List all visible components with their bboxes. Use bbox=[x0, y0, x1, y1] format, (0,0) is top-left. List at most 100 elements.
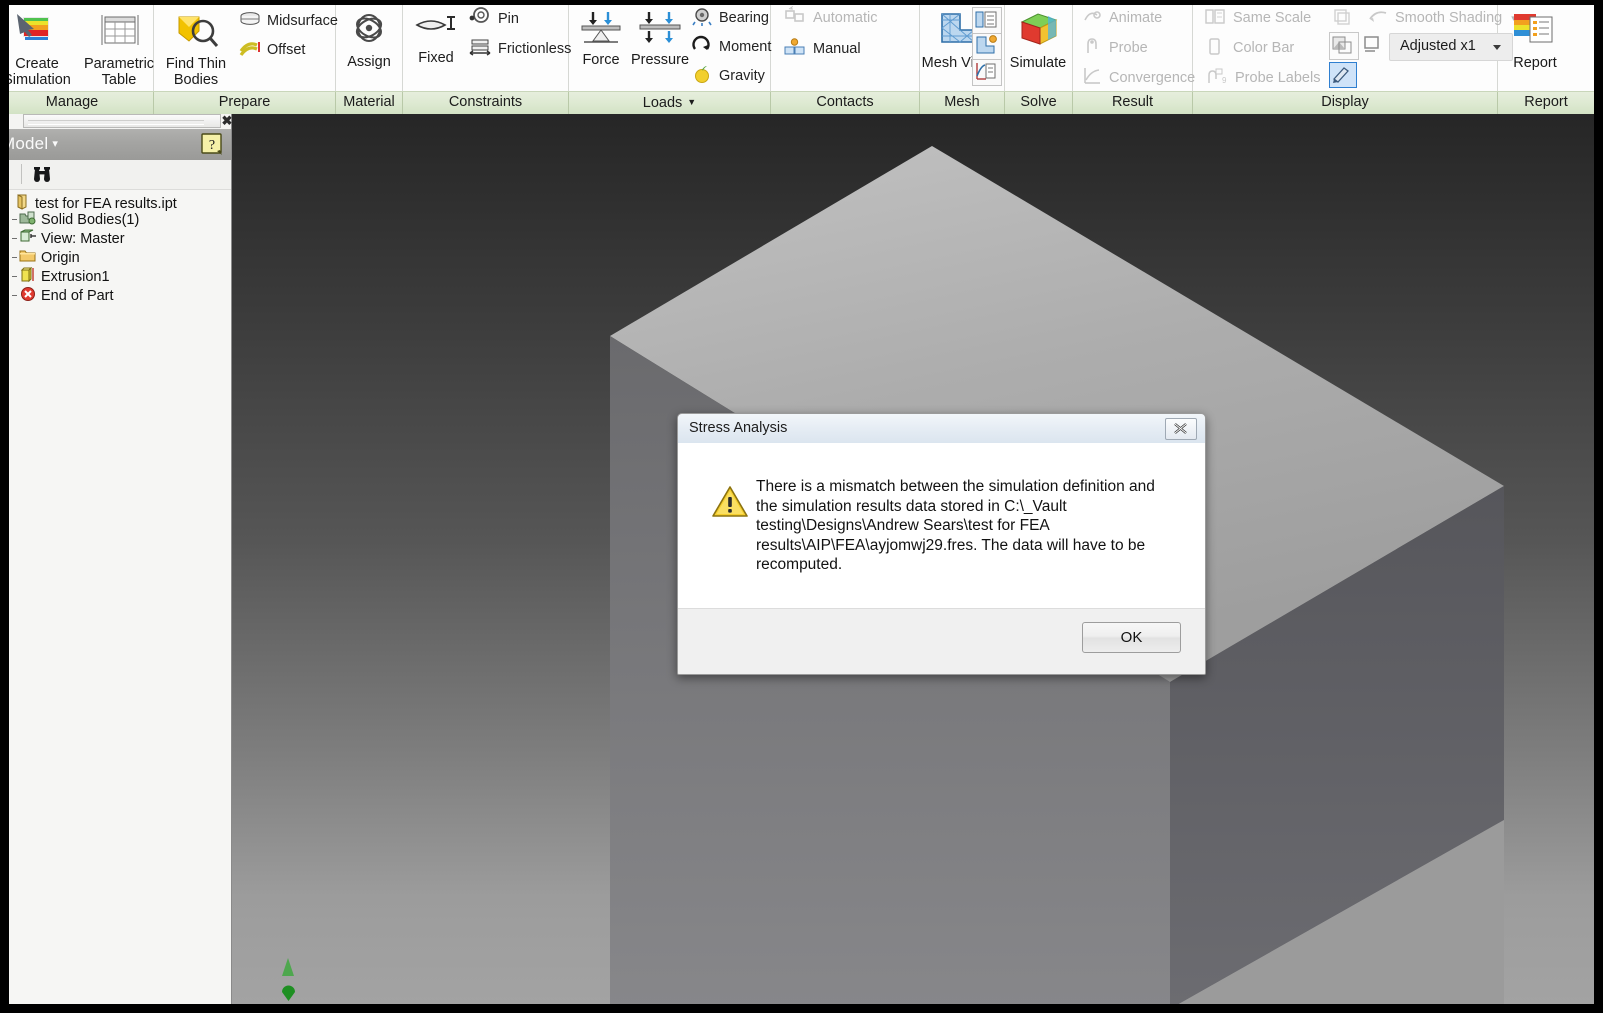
view-master-icon bbox=[19, 229, 37, 249]
probe-labels-button[interactable]: 9 Probe Labels bbox=[1203, 66, 1320, 90]
report-label: Report bbox=[1513, 54, 1557, 71]
create-simulation-button[interactable]: Create Simulation bbox=[9, 11, 75, 89]
report-button[interactable]: Report bbox=[1504, 10, 1566, 71]
simulate-button[interactable]: Simulate bbox=[1005, 10, 1071, 71]
tree-item-label: Origin bbox=[41, 249, 80, 266]
probe-button[interactable]: Probe bbox=[1081, 36, 1148, 60]
probe-label: Probe bbox=[1109, 40, 1148, 56]
bearing-load-icon bbox=[691, 6, 713, 30]
find-thin-bodies-button[interactable]: Find Thin Bodies bbox=[160, 11, 232, 89]
assign-material-button[interactable]: Assign bbox=[338, 11, 400, 70]
stress-analysis-dialog: Stress Analysis There is a mismatch betw… bbox=[677, 413, 1206, 675]
report-icon bbox=[1510, 10, 1560, 55]
display-toggle-button[interactable] bbox=[1329, 62, 1357, 88]
browser-drag-handle[interactable] bbox=[23, 114, 221, 128]
tree-connector bbox=[12, 238, 17, 239]
close-icon[interactable] bbox=[1165, 418, 1197, 440]
animate-icon bbox=[1081, 6, 1103, 30]
ribbon-toolbar: Create Simulation Parametric Table Find … bbox=[9, 5, 1594, 91]
smooth-shading-toggle-icon bbox=[1333, 6, 1357, 30]
probe-icon bbox=[1081, 36, 1103, 60]
ribbon-group-result: Animate Probe Convergence bbox=[1073, 5, 1195, 91]
convergence-label: Convergence bbox=[1109, 70, 1196, 86]
tree-item-view-master[interactable]: View: Master bbox=[19, 229, 125, 248]
panel-caret-icon[interactable]: ▼ bbox=[687, 97, 696, 107]
panel-caption-contacts: Contacts bbox=[771, 92, 920, 114]
browser-header: Model▾ ? bbox=[9, 129, 231, 161]
find-binoculars-icon[interactable] bbox=[30, 163, 56, 185]
dialog-message: There is a mismatch between the simulati… bbox=[756, 478, 1155, 574]
moment-button[interactable]: Moment bbox=[691, 35, 771, 59]
panel-caption-mesh: Mesh bbox=[920, 92, 1005, 114]
color-bar-button[interactable]: Color Bar bbox=[1203, 36, 1294, 60]
svg-text:?: ? bbox=[209, 138, 215, 153]
convergence-settings-button[interactable] bbox=[972, 59, 1002, 86]
pressure-label: Pressure bbox=[630, 51, 690, 68]
tree-item-origin[interactable]: Origin bbox=[19, 248, 80, 267]
frictionless-constraint-button[interactable]: Frictionless bbox=[468, 37, 571, 61]
smooth-shading-button[interactable]: Smooth Shading ▾ bbox=[1333, 6, 1516, 30]
offset-button[interactable]: Offset bbox=[239, 39, 305, 61]
ribbon-group-material: Assign bbox=[336, 5, 403, 91]
ribbon-group-prepare: Find Thin Bodies Midsurface Offset bbox=[154, 5, 338, 91]
ribbon-group-mesh: Mesh View bbox=[920, 5, 1005, 91]
find-thin-bodies-icon bbox=[173, 11, 219, 56]
pressure-button[interactable]: Pressure bbox=[629, 9, 691, 68]
tree-item-end-of-part[interactable]: End of Part bbox=[19, 286, 114, 305]
browser-title[interactable]: Model▾ bbox=[9, 134, 58, 154]
display-layers-button[interactable] bbox=[1329, 32, 1359, 60]
toolbar-divider bbox=[21, 164, 22, 184]
mesh-settings-button[interactable] bbox=[972, 7, 1002, 34]
browser-title-text: Model bbox=[9, 134, 49, 153]
gravity-button[interactable]: Gravity bbox=[691, 64, 765, 88]
manual-contact-label: Manual bbox=[813, 41, 861, 57]
create-simulation-icon bbox=[15, 11, 59, 56]
manual-contact-button[interactable]: Manual bbox=[783, 37, 861, 61]
pin-constraint-label: Pin bbox=[498, 11, 519, 27]
force-label: Force bbox=[582, 51, 620, 68]
tree-item-solid-bodies[interactable]: Solid Bodies(1) bbox=[19, 210, 139, 229]
help-question-icon[interactable]: ? bbox=[201, 133, 223, 155]
panel-caption-loads-text: Loads bbox=[642, 95, 683, 111]
dialog-title-bar[interactable]: Stress Analysis bbox=[678, 414, 1205, 444]
ribbon-group-manage: Create Simulation Parametric Table bbox=[9, 5, 154, 91]
local-mesh-control-button[interactable] bbox=[972, 33, 1002, 60]
tree-connector bbox=[12, 219, 17, 220]
browser-toolbar bbox=[9, 160, 231, 190]
force-button[interactable]: Force bbox=[573, 9, 629, 68]
end-of-part-icon bbox=[19, 286, 37, 306]
ribbon-group-constraints: Fixed Pin Frictionless bbox=[403, 5, 571, 91]
tree-item-extrusion1[interactable]: Extrusion1 bbox=[19, 266, 110, 286]
smooth-shading-label: Smooth Shading bbox=[1395, 10, 1503, 26]
parametric-table-button[interactable]: Parametric Table bbox=[79, 11, 159, 89]
panel-caption-prepare: Prepare bbox=[154, 92, 336, 114]
bearing-load-button[interactable]: Bearing bbox=[691, 6, 769, 30]
convergence-button[interactable]: Convergence bbox=[1081, 66, 1195, 90]
pin-constraint-button[interactable]: Pin bbox=[468, 6, 519, 32]
ribbon-group-report: Report bbox=[1498, 5, 1594, 91]
ribbon-group-solve: Simulate bbox=[1005, 5, 1073, 91]
dialog-body: There is a mismatch between the simulati… bbox=[678, 443, 1205, 608]
automatic-contacts-button[interactable]: Automatic bbox=[783, 5, 878, 30]
ok-button[interactable]: OK bbox=[1082, 622, 1181, 653]
midsurface-button[interactable]: Midsurface bbox=[239, 10, 338, 32]
frictionless-constraint-icon bbox=[468, 37, 492, 61]
dialog-title: Stress Analysis bbox=[689, 420, 788, 436]
simulate-icon bbox=[1012, 10, 1064, 55]
parametric-table-label: Parametric Table bbox=[83, 55, 155, 89]
fixed-constraint-button[interactable]: Fixed bbox=[407, 11, 465, 66]
same-scale-button[interactable]: Same Scale bbox=[1203, 6, 1311, 30]
tree-connector bbox=[12, 257, 17, 258]
tree-item-label: End of Part bbox=[41, 287, 114, 304]
deformation-scale-dropdown[interactable]: Adjusted x1 bbox=[1389, 33, 1513, 61]
panel-caption-constraints: Constraints bbox=[403, 92, 569, 114]
ribbon-group-display: Same Scale Color Bar 9 Probe Labels Smoo… bbox=[1193, 5, 1516, 91]
boundary-display-button[interactable] bbox=[1360, 32, 1386, 58]
browser-title-caret-icon: ▾ bbox=[52, 138, 59, 150]
automatic-contacts-icon bbox=[783, 5, 807, 30]
panel-caption-loads[interactable]: Loads ▼ bbox=[569, 92, 771, 114]
animate-button[interactable]: Animate bbox=[1081, 6, 1162, 30]
tree-item-label: View: Master bbox=[41, 230, 125, 247]
gravity-label: Gravity bbox=[719, 68, 765, 84]
automatic-contacts-label: Automatic bbox=[813, 10, 878, 26]
